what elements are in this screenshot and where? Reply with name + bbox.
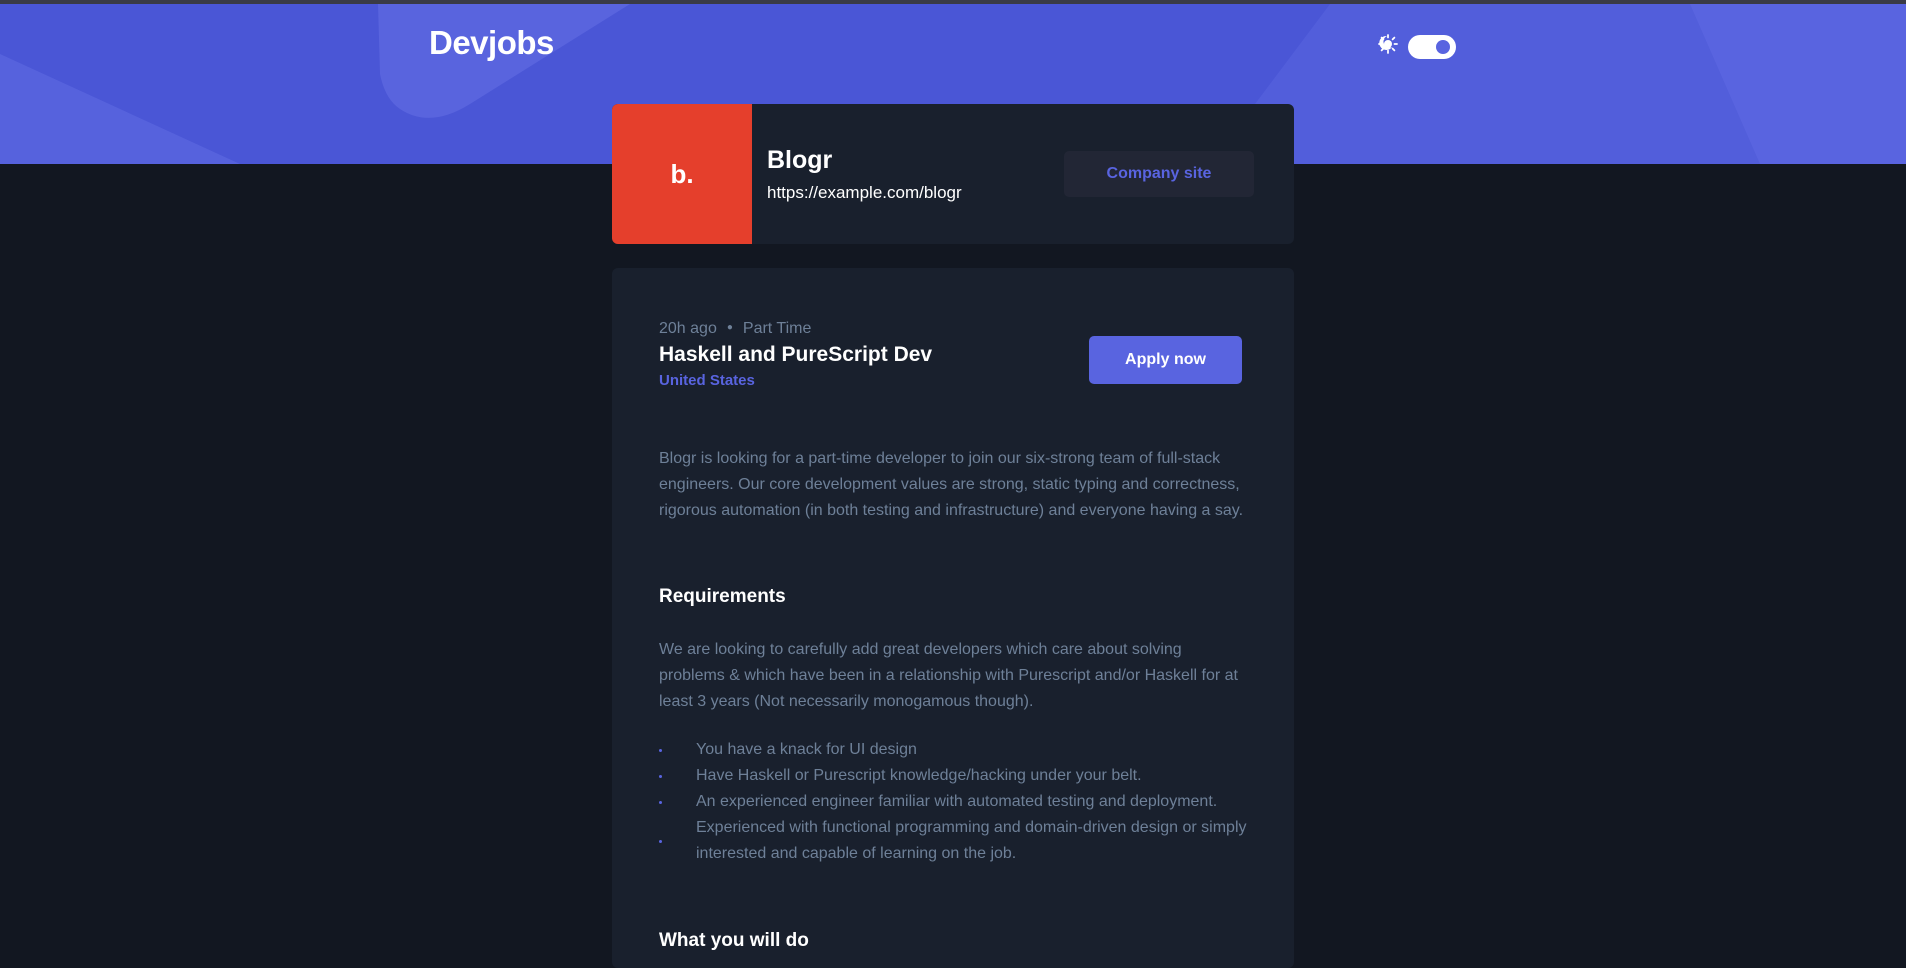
bullet-dot (659, 840, 662, 843)
company-url: https://example.com/blogr (767, 183, 962, 202)
requirement-item: Experienced with functional programming … (659, 815, 1249, 867)
requirement-item: You have a knack for UI design (659, 737, 1249, 763)
requirement-text: An experienced engineer familiar with au… (696, 793, 1218, 810)
requirement-item: Have Haskell or Purescript knowledge/hac… (659, 763, 1249, 789)
requirement-text: Have Haskell or Purescript knowledge/hac… (696, 767, 1142, 784)
theme-switch[interactable] (1408, 35, 1456, 59)
meta-separator-dot: ● (726, 322, 733, 333)
devjobs-logo[interactable]: Devjobs (429, 24, 554, 62)
bullet-dot (659, 801, 662, 804)
job-meta: 20h ago ● Part Time (659, 320, 811, 338)
job-description: Blogr is looking for a part-time develop… (659, 450, 1244, 519)
company-card: b. Blogr https://example.com/blogr Compa… (612, 104, 1294, 244)
job-contract-type: Part Time (742, 320, 812, 337)
bullet-dot (659, 749, 662, 752)
role-heading: What you will do (659, 930, 809, 951)
theme-toggle[interactable] (1378, 34, 1478, 60)
requirements-list: You have a knack for UI design Have Hask… (659, 737, 1249, 867)
company-name: Blogr (767, 146, 833, 174)
requirement-text: You have a knack for UI design (696, 741, 917, 758)
requirement-text: Experienced with functional programming … (696, 819, 1247, 862)
company-logo: b. (612, 104, 752, 244)
moon-icon (1379, 35, 1392, 50)
job-title: Haskell and PureScript Dev (659, 343, 933, 366)
company-site-button[interactable]: Company site (1064, 151, 1254, 197)
job-posted-time: 20h ago (659, 320, 717, 337)
requirement-item: An experienced engineer familiar with au… (659, 789, 1249, 815)
job-details-card: 20h ago ● Part Time Haskell and PureScript… (612, 268, 1294, 968)
apply-now-button[interactable]: Apply now (1089, 336, 1242, 384)
requirements-text: We are looking to carefully add great de… (659, 641, 1238, 710)
job-location: United States (659, 372, 755, 389)
theme-switch-knob (1436, 40, 1450, 54)
requirements-heading: Requirements (659, 586, 786, 607)
bullet-dot (659, 775, 662, 778)
